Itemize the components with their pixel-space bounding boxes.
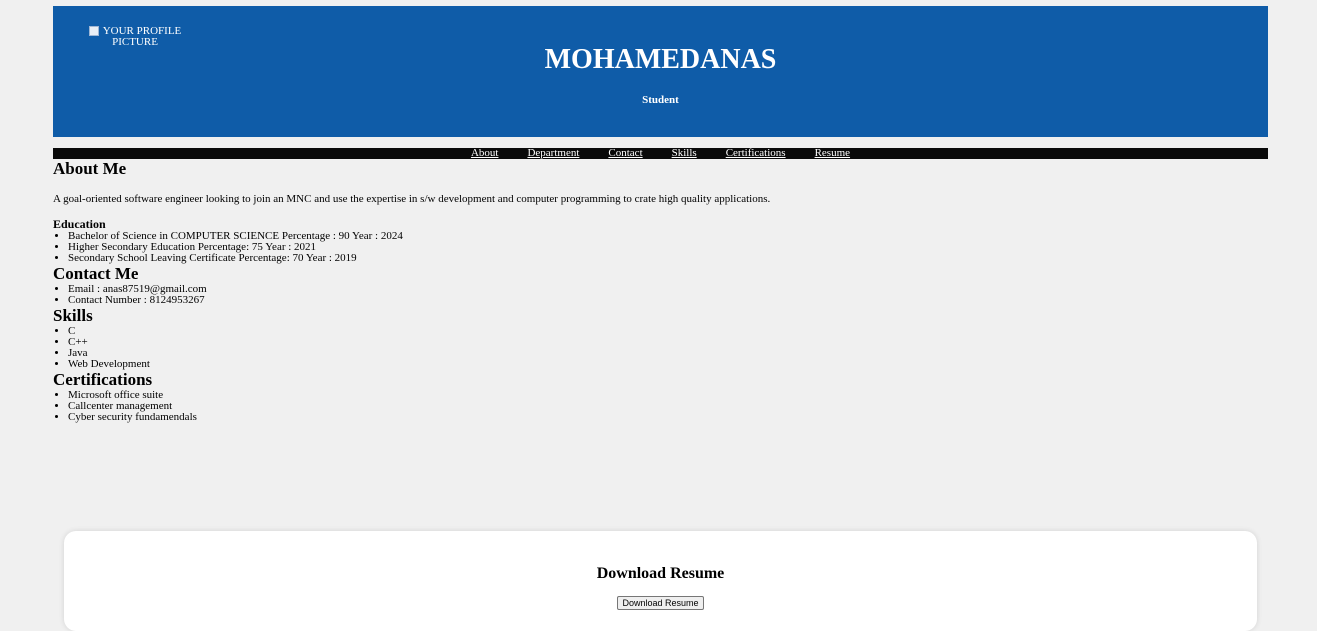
nav-link-skills[interactable]: Skills <box>672 148 697 159</box>
education-heading: Education <box>53 217 106 231</box>
about-section: About Me A goal-oriented software engine… <box>53 159 1268 264</box>
list-item: C <box>68 326 1268 337</box>
certifications-section: Certifications Microsoft office suite Ca… <box>53 370 1268 423</box>
list-item: Microsoft office suite <box>68 390 1268 401</box>
resume-heading: Download Resume <box>596 565 725 582</box>
page-title: MOHAMEDANAS <box>544 44 777 75</box>
resume-card: Download Resume Download Resume <box>64 531 1257 631</box>
list-item: Cyber security fundamendals <box>68 412 1268 423</box>
list-item: Web Development <box>68 359 1268 370</box>
list-item: Callcenter management <box>68 401 1268 412</box>
list-item: Email : anas87519@gmail.com <box>68 284 1268 295</box>
nav-link-about[interactable]: About <box>471 148 499 159</box>
skills-section: Skills C C++ Java Web Development <box>53 306 1268 370</box>
role-subtitle: Student <box>642 94 679 106</box>
list-item: Secondary School Leaving Certificate Per… <box>68 253 1268 264</box>
about-heading: About Me <box>53 159 127 178</box>
certifications-list: Microsoft office suite Callcenter manage… <box>53 390 1268 423</box>
about-text: A goal-oriented software engineer lookin… <box>53 193 771 205</box>
nav-link-resume[interactable]: Resume <box>815 148 850 159</box>
nav-link-contact[interactable]: Contact <box>608 148 642 159</box>
list-item: C++ <box>68 337 1268 348</box>
list-item: Java <box>68 348 1268 359</box>
contact-heading: Contact Me <box>53 264 139 283</box>
nav-link-department[interactable]: Department <box>527 148 579 159</box>
certifications-heading: Certifications <box>53 370 153 389</box>
broken-image-icon <box>88 26 99 36</box>
contact-list: Email : anas87519@gmail.com Contact Numb… <box>53 284 1268 306</box>
list-item: Contact Number : 8124953267 <box>68 295 1268 306</box>
nav-bar: About Department Contact Skills Certific… <box>53 148 1268 159</box>
skills-heading: Skills <box>53 306 93 325</box>
page-wrapper: YOUR PROFILE PICTURE MOHAMEDANAS Student… <box>53 6 1268 423</box>
profile-header: YOUR PROFILE PICTURE MOHAMEDANAS Student <box>53 6 1268 137</box>
education-list: Bachelor of Science in COMPUTER SCIENCE … <box>53 231 1268 264</box>
nav-link-certifications[interactable]: Certifications <box>726 148 786 159</box>
download-resume-button[interactable]: Download Resume <box>617 596 704 610</box>
contact-section: Contact Me Email : anas87519@gmail.com C… <box>53 264 1268 306</box>
skills-list: C C++ Java Web Development <box>53 326 1268 370</box>
